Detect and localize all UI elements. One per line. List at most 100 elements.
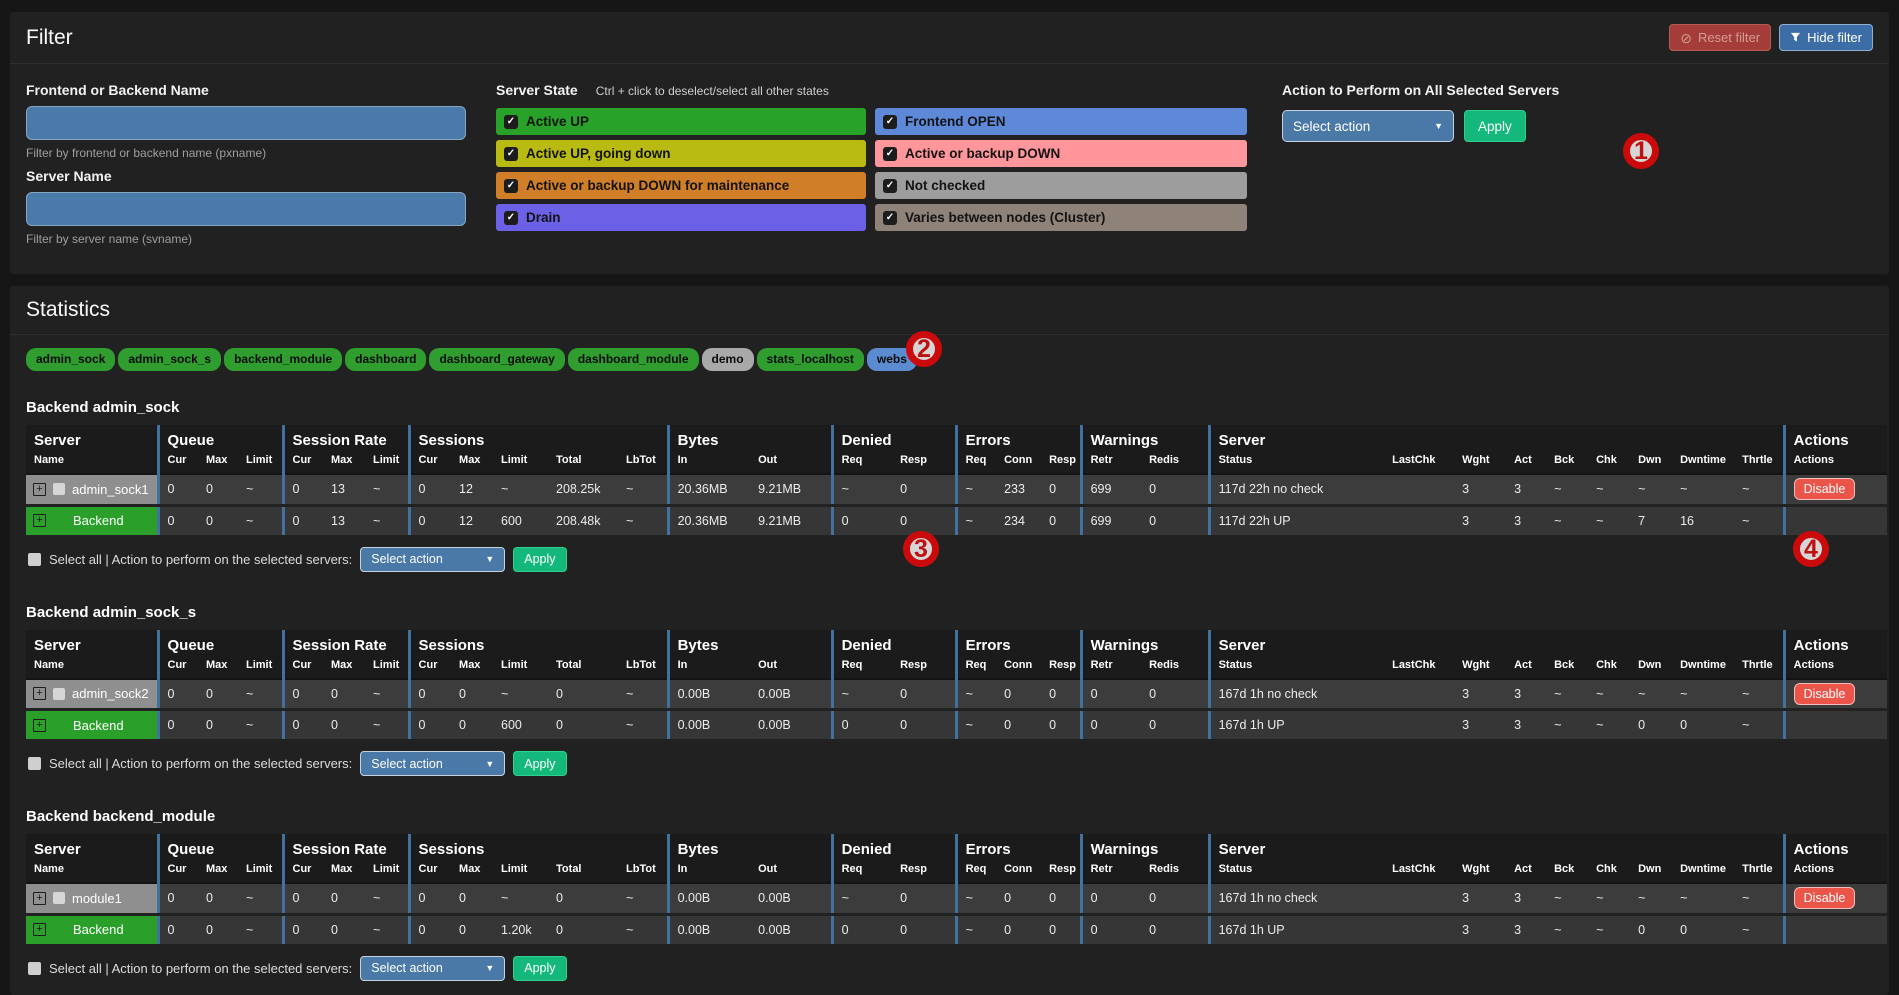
stat-cell: 117d 22h no check: [1209, 474, 1384, 505]
column-header: Limit: [365, 859, 409, 883]
stat-cell: 0: [198, 474, 238, 505]
stat-cell: 3: [1454, 914, 1506, 945]
backend-badge-dashboard_gateway[interactable]: dashboard_gateway: [429, 348, 564, 371]
action-select[interactable]: Select action▼: [360, 956, 505, 981]
server-state-drain[interactable]: ✓Drain: [496, 204, 866, 231]
global-action-select[interactable]: Select action ▼: [1282, 110, 1454, 142]
backend-badge-dashboard[interactable]: dashboard: [345, 348, 426, 371]
stat-cell: 0.00B: [668, 883, 750, 914]
actions-cell: Disable: [1784, 474, 1887, 505]
stat-cell: 0: [892, 914, 956, 945]
stat-cell: 0: [832, 914, 892, 945]
stat-cell: 0: [1041, 914, 1081, 945]
stat-cell: 0: [1141, 505, 1209, 536]
stat-cell: 0: [1081, 679, 1141, 710]
stat-cell: 0: [1041, 710, 1081, 741]
column-header: In: [668, 859, 750, 883]
column-header: Chk: [1588, 859, 1630, 883]
column-header: Actions: [1784, 859, 1887, 883]
stat-cell: 9.21MB: [750, 505, 832, 536]
row-checkbox[interactable]: [53, 688, 65, 700]
stat-cell: ~: [832, 474, 892, 505]
stat-cell: 0: [158, 679, 198, 710]
backend-badge-admin_sock_s[interactable]: admin_sock_s: [118, 348, 221, 371]
stat-cell: 0.00B: [668, 679, 750, 710]
apply-button[interactable]: Apply: [513, 956, 566, 981]
expand-icon[interactable]: +: [33, 923, 46, 936]
hide-filter-button[interactable]: Hide filter: [1779, 24, 1873, 51]
row-checkbox[interactable]: [53, 483, 65, 495]
column-group-header: Server: [26, 425, 158, 450]
server-state-active-or-backup-down-for-maintenance[interactable]: ✓ Active or backup DOWN for maintenance: [496, 172, 866, 199]
hide-filter-label: Hide filter: [1807, 30, 1862, 45]
backend-badge-backend_module[interactable]: backend_module: [224, 348, 342, 371]
stat-cell: 0: [409, 679, 451, 710]
row-checkbox[interactable]: [53, 892, 65, 904]
apply-button[interactable]: Apply: [513, 751, 566, 776]
column-group-header: Actions: [1784, 834, 1887, 859]
server-state-option-label: Drain: [526, 210, 561, 225]
stat-cell: ~: [365, 914, 409, 945]
backend-badge-admin_sock[interactable]: admin_sock: [26, 348, 115, 371]
stat-cell: 0: [451, 679, 493, 710]
server-state-varies-between-nodes-cluster-[interactable]: ✓Varies between nodes (Cluster): [875, 204, 1247, 231]
apply-button[interactable]: Apply: [513, 547, 566, 572]
column-group-header: Bytes: [668, 834, 832, 859]
stat-cell: 13: [323, 505, 365, 536]
stat-cell: 0: [158, 710, 198, 741]
expand-icon[interactable]: +: [33, 719, 46, 732]
column-header: Dwn: [1630, 450, 1672, 474]
stat-cell: ~: [618, 505, 668, 536]
server-state-frontend-open[interactable]: ✓Frontend OPEN: [875, 108, 1247, 135]
column-header: Cur: [409, 655, 451, 679]
select-value: Select action: [1293, 119, 1370, 134]
stat-cell: 0: [1081, 710, 1141, 741]
checkbox-checked-icon: ✓: [504, 179, 518, 193]
column-group-header: Bytes: [668, 630, 832, 655]
disable-button[interactable]: Disable: [1794, 478, 1856, 500]
column-group-header: Warnings: [1081, 630, 1209, 655]
disable-button[interactable]: Disable: [1794, 887, 1856, 909]
column-header: Actions: [1784, 450, 1887, 474]
select-all-checkbox[interactable]: [28, 757, 41, 770]
column-header: Cur: [158, 655, 198, 679]
table-row: +admin_sock200~00~00~0~0.00B0.00B~0~0000…: [26, 679, 1887, 710]
column-group-header: Server: [1209, 630, 1784, 655]
disable-button[interactable]: Disable: [1794, 683, 1856, 705]
action-select[interactable]: Select action▼: [360, 547, 505, 572]
stat-cell: 233: [996, 474, 1041, 505]
column-header: Cur: [283, 450, 323, 474]
stat-cell: 0.00B: [668, 710, 750, 741]
stat-cell: ~: [1588, 883, 1630, 914]
server-state-option-label: Active or backup DOWN for maintenance: [526, 178, 789, 193]
backend-section: Backend admin_sockServerQueueSession Rat…: [26, 399, 1873, 586]
column-group-header: Errors: [956, 630, 1081, 655]
column-group-header: Queue: [158, 425, 283, 450]
expand-icon[interactable]: +: [33, 892, 46, 905]
expand-icon[interactable]: +: [33, 514, 46, 527]
stat-cell: 3: [1506, 914, 1546, 945]
select-all-checkbox[interactable]: [28, 553, 41, 566]
server-state-not-checked[interactable]: ✓Not checked: [875, 172, 1247, 199]
server-state-grid: ✓Active UP✓Active UP, going down✓Active …: [496, 108, 1256, 231]
stat-cell: ~: [1588, 710, 1630, 741]
chevron-down-icon: ▼: [485, 963, 494, 973]
backend-badge-dashboard_module[interactable]: dashboard_module: [568, 348, 699, 371]
server-state-active-up[interactable]: ✓Active UP: [496, 108, 866, 135]
select-all-checkbox[interactable]: [28, 962, 41, 975]
global-apply-button[interactable]: Apply: [1464, 110, 1526, 142]
expand-icon[interactable]: +: [33, 687, 46, 700]
stat-cell: 3: [1506, 474, 1546, 505]
column-header: Wght: [1454, 655, 1506, 679]
server-name-input[interactable]: [26, 192, 466, 226]
action-select[interactable]: Select action▼: [360, 751, 505, 776]
expand-icon[interactable]: +: [33, 483, 46, 496]
backend-badge-demo[interactable]: demo: [702, 348, 754, 371]
server-state-active-up-going-down[interactable]: ✓Active UP, going down: [496, 140, 866, 167]
frontend-backend-name-input[interactable]: [26, 106, 466, 140]
column-header: Wght: [1454, 859, 1506, 883]
backend-badge-stats_localhost[interactable]: stats_localhost: [757, 348, 864, 371]
stat-cell: 9.21MB: [750, 474, 832, 505]
reset-filter-button[interactable]: ⊘ Reset filter: [1669, 24, 1771, 51]
server-state-active-or-backup-down[interactable]: ✓Active or backup DOWN: [875, 140, 1247, 167]
